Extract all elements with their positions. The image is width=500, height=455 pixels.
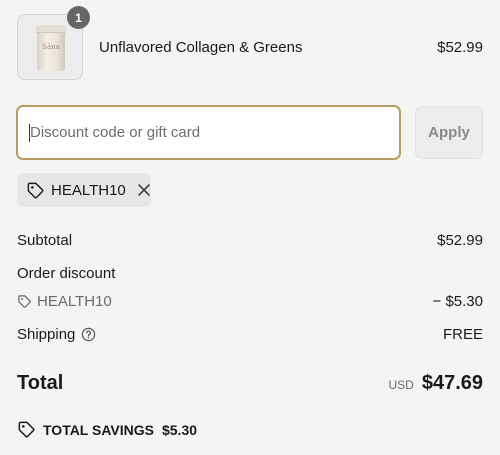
shipping-label: Shipping bbox=[17, 326, 76, 343]
subtotal-label: Subtotal bbox=[17, 232, 73, 249]
apply-discount-button[interactable]: Apply bbox=[415, 106, 483, 159]
discount-code-row: HEALTH10 bbox=[17, 293, 112, 310]
discount-code-input[interactable] bbox=[16, 105, 401, 160]
savings-label: TOTAL SAVINGS bbox=[43, 421, 154, 438]
discount-code-text: HEALTH10 bbox=[37, 293, 112, 310]
total-amount: $47.69 bbox=[421, 372, 483, 394]
jar-brand-text: Sāna bbox=[42, 43, 60, 51]
tag-icon bbox=[27, 182, 44, 198]
shipping-value: FREE bbox=[442, 326, 483, 343]
product-price: $52.99 bbox=[437, 39, 483, 56]
savings-tag-icon bbox=[18, 421, 35, 438]
total-savings: TOTAL SAVINGS $5.30 bbox=[17, 420, 197, 439]
subtotal-value: $52.99 bbox=[437, 232, 483, 249]
product-jar-image: Sāna bbox=[36, 25, 66, 71]
tag-icon bbox=[18, 295, 31, 308]
total-label: Total bbox=[17, 372, 64, 394]
applied-code-label: HEALTH10 bbox=[51, 181, 126, 199]
shipping-row: Shipping bbox=[17, 326, 96, 343]
quantity-badge: 1 bbox=[67, 6, 90, 29]
currency-code: USD bbox=[388, 378, 414, 392]
savings-amount: $5.30 bbox=[161, 421, 198, 438]
text-caret bbox=[29, 124, 30, 142]
applied-discount-chip: HEALTH10 bbox=[17, 173, 151, 207]
order-discount-label: Order discount bbox=[17, 265, 116, 282]
total-value: USD $47.69 bbox=[388, 372, 483, 395]
discount-amount: − $5.30 bbox=[432, 293, 483, 310]
product-name: Unflavored Collagen & Greens bbox=[99, 39, 303, 56]
help-circle-icon[interactable] bbox=[81, 327, 96, 342]
remove-code-icon[interactable] bbox=[137, 183, 151, 197]
